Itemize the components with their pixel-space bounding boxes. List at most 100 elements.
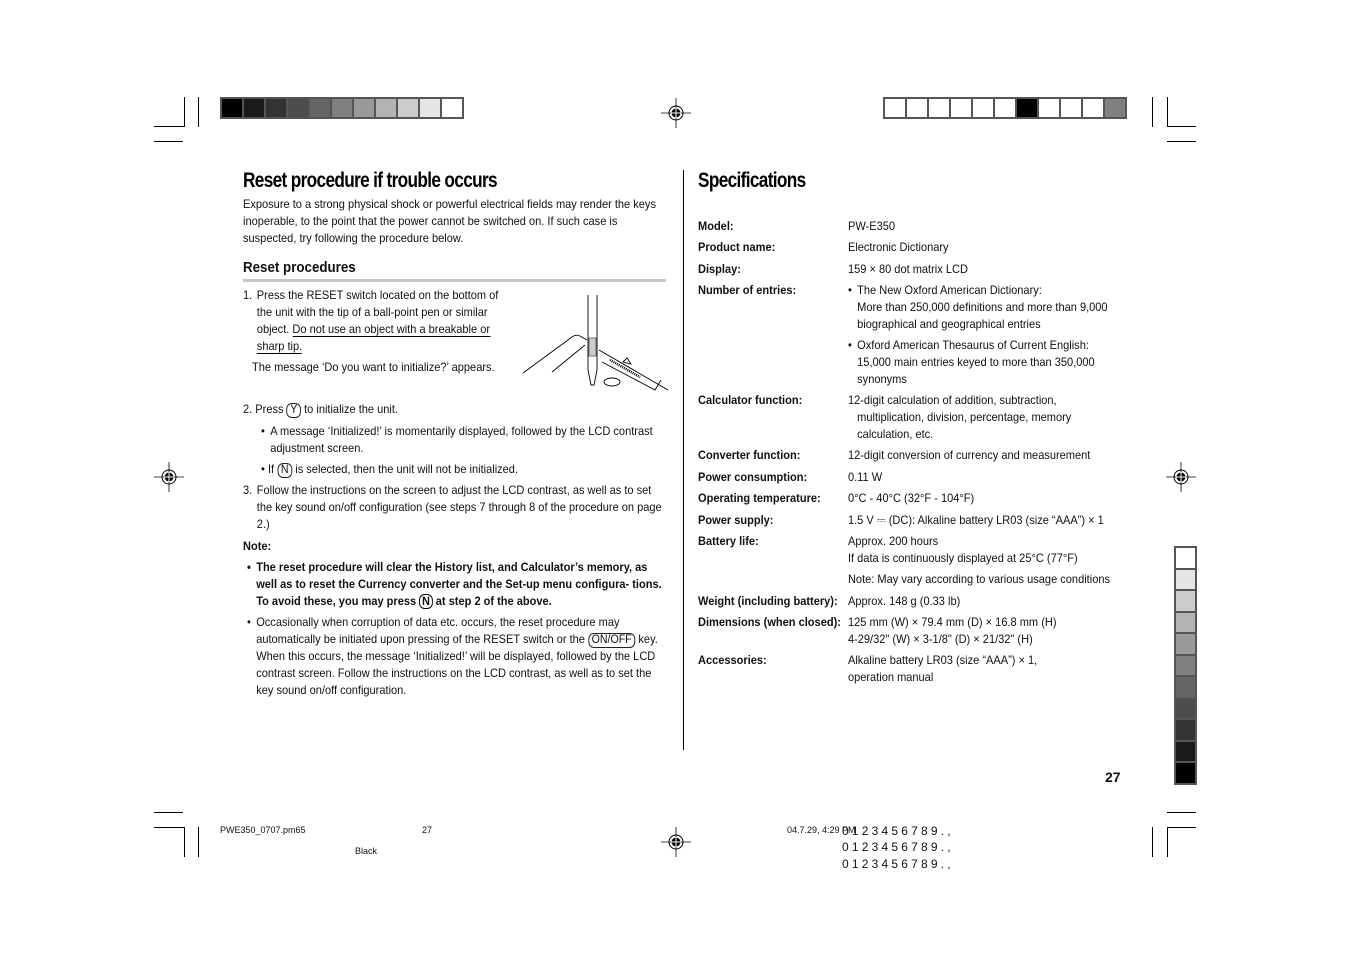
spec-value: (DC): Alkaline battery LR03 (size “AAA”)… — [888, 513, 1104, 527]
color-swatch — [929, 99, 949, 117]
color-swatch — [266, 99, 286, 117]
spec-value: If data is continuously displayed at 25°… — [847, 551, 1078, 565]
spec-value: 0.11 W — [847, 470, 883, 484]
dc-symbol-icon: ⎓ — [876, 513, 886, 527]
footer-digits-line-2: 0123456789., — [842, 840, 954, 854]
spec-label: Display: — [698, 262, 741, 276]
spec-value: biographical and geographical entries — [857, 317, 1041, 331]
note-label: Note: — [243, 539, 272, 553]
color-swatch — [332, 99, 352, 117]
color-swatch — [222, 99, 242, 117]
step-2-bullet-1: • A message ‘Initialized!’ is momentaril… — [261, 423, 666, 457]
step-2: 2. Press Y to initialize the unit. — [243, 401, 666, 418]
color-swatch — [951, 99, 971, 117]
color-bar-right-side — [1174, 546, 1197, 785]
footer-digits-line-1: 0123456789., — [842, 824, 954, 838]
spec-value: Approx. 200 hours — [847, 534, 939, 548]
step-number: 1. — [243, 288, 253, 302]
specifications-title: Specifications — [698, 169, 806, 192]
note-1-text-post: at step 2 of the above. — [435, 594, 552, 608]
spec-label: Accessories: — [698, 653, 767, 667]
registration-mark-icon — [661, 98, 691, 128]
color-swatch — [1017, 99, 1037, 117]
color-swatch — [244, 99, 264, 117]
step-2-text: Press — [255, 402, 284, 416]
bullet: • — [847, 338, 852, 352]
specifications-table: Model: PW-E350 Product name: Electronic … — [698, 218, 1112, 698]
column-divider — [683, 170, 684, 750]
color-swatch — [995, 99, 1015, 117]
spec-label: Battery life: — [698, 534, 759, 548]
bullet-text: A message ‘Initialized!’ is momentarily … — [270, 424, 653, 455]
spec-label: Calculator function: — [698, 393, 803, 407]
color-bar-top-right — [883, 97, 1127, 119]
color-swatch — [973, 99, 993, 117]
spec-value: 15,000 main entries keyed to more than 3… — [857, 355, 1095, 369]
spec-label: Model: — [698, 219, 734, 233]
spec-value: Oxford American Thesaurus of Current Eng… — [857, 338, 1089, 352]
reset-procedure-title: Reset procedure if trouble occurs — [243, 169, 498, 192]
color-swatch — [288, 99, 308, 117]
color-swatch — [907, 99, 927, 117]
spec-value: synonyms — [857, 372, 907, 386]
spec-value: Note: May vary according to various usag… — [847, 572, 1110, 586]
color-swatch — [885, 99, 905, 117]
spec-value: Electronic Dictionary — [847, 240, 949, 254]
bullet: • — [247, 615, 251, 629]
step-number: 2. — [243, 402, 253, 416]
footer-filename: PWE350_0707.pm65 — [220, 825, 306, 835]
color-swatch — [398, 99, 418, 117]
on-off-key-icon: ON/OFF — [588, 633, 636, 648]
spec-label: Power consumption: — [698, 470, 808, 484]
page-number: 27 — [1105, 769, 1121, 785]
spec-value: 12-digit conversion of currency and meas… — [847, 448, 1091, 462]
color-swatch — [1176, 698, 1195, 718]
color-swatch — [1176, 569, 1195, 589]
n-key-icon: N — [277, 463, 293, 478]
n-key-icon: N — [419, 594, 433, 609]
note-2: • Occasionally when corruption of data e… — [247, 614, 670, 699]
spec-value: 12-digit calculation of addition, subtra… — [847, 393, 1057, 407]
spec-label: Product name: — [698, 240, 776, 254]
bullet-text-post: is selected, then the unit will not be i… — [295, 462, 519, 476]
spec-label: Operating temperature: — [698, 491, 821, 505]
color-swatch — [1083, 99, 1103, 117]
bullet-text: If — [267, 462, 275, 476]
color-bar-top-left — [220, 97, 464, 119]
bullet: • — [261, 424, 265, 438]
color-swatch — [1176, 655, 1195, 675]
bullet: • — [247, 560, 251, 574]
spec-value: 0°C - 40°C (32°F - 104°F) — [847, 491, 975, 505]
registration-mark-icon — [1166, 462, 1196, 492]
color-swatch — [310, 99, 330, 117]
spec-value: calculation, etc. — [857, 427, 934, 441]
spec-value: Alkaline battery LR03 (size “AAA”) × 1, — [847, 653, 1038, 667]
spec-label: Weight (including battery): — [698, 594, 838, 608]
spec-value: The New Oxford American Dictionary: — [857, 283, 1042, 297]
footer-plate-color: Black — [355, 846, 378, 856]
color-swatch — [1176, 634, 1195, 654]
spec-value: Approx. 148 g (0.33 lb) — [847, 594, 961, 608]
note-2-text: Occasionally when corruption of data etc… — [256, 615, 620, 646]
color-swatch — [1061, 99, 1081, 117]
spec-label: Dimensions (when closed): — [698, 615, 841, 629]
color-swatch — [1176, 720, 1195, 740]
step-1-warning: Do not use an object with a breakable or… — [256, 322, 491, 354]
spec-value: PW-E350 — [847, 219, 896, 233]
step-3: 3. Follow the instructions on the screen… — [243, 482, 666, 533]
step-3-text: Follow the instructions on the screen to… — [256, 483, 662, 531]
spec-label: Power supply: — [698, 513, 774, 527]
spec-value: multiplication, division, percentage, me… — [857, 410, 1072, 424]
color-swatch — [1176, 677, 1195, 697]
color-swatch — [376, 99, 396, 117]
bullet: • — [261, 462, 265, 476]
color-swatch — [1176, 548, 1195, 568]
color-swatch — [420, 99, 440, 117]
footer-page: 27 — [422, 825, 433, 835]
color-swatch — [442, 99, 462, 117]
footer-digits-line-3: 0123456789., — [842, 857, 954, 871]
bullet: • — [847, 283, 852, 297]
step-1-message: The message ‘Do you want to initialize?’… — [252, 360, 495, 374]
color-swatch — [1039, 99, 1059, 117]
spec-value: More than 250,000 definitions and more t… — [857, 300, 1108, 314]
